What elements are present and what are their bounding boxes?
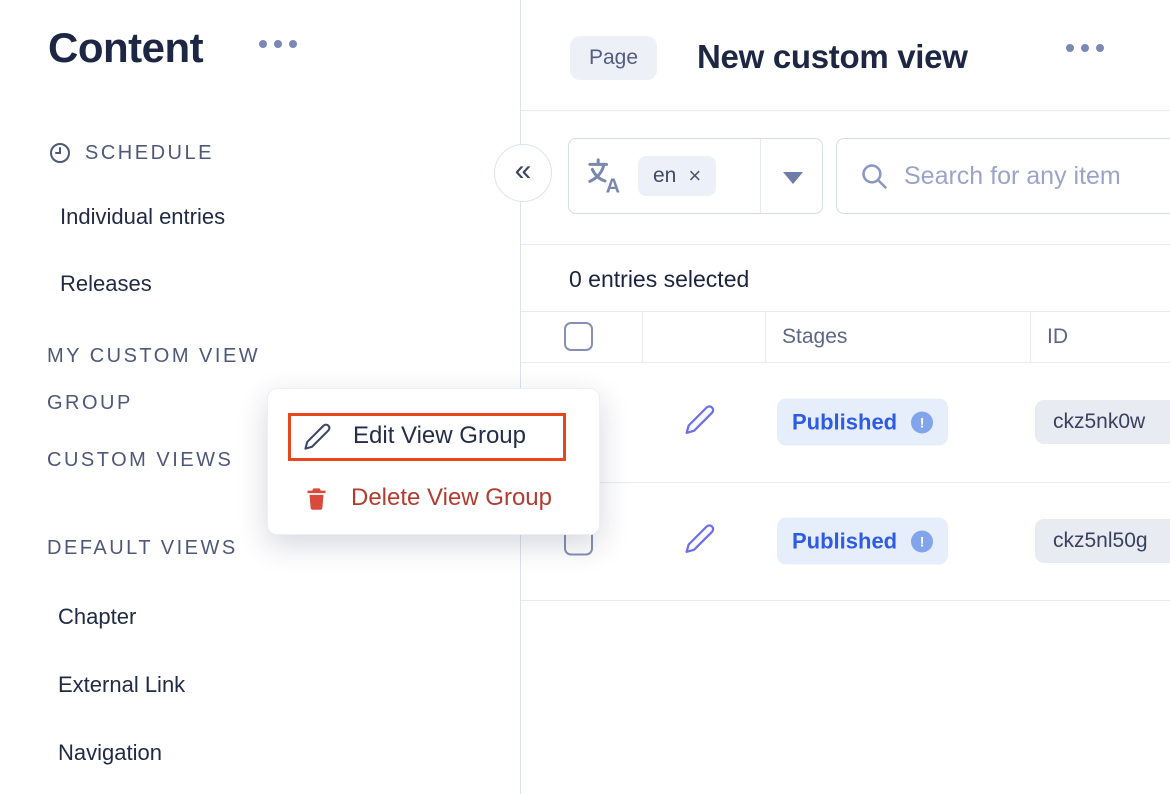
info-icon[interactable]: ! bbox=[911, 530, 933, 552]
filter-bottom-divider bbox=[521, 244, 1170, 245]
header-divider bbox=[521, 110, 1170, 111]
view-group-context-menu: Edit View Group Delete View Group bbox=[267, 388, 600, 535]
ellipsis-icon bbox=[1066, 44, 1074, 52]
edit-view-group-label: Edit View Group bbox=[353, 422, 526, 450]
search-icon bbox=[859, 161, 890, 192]
info-icon[interactable]: ! bbox=[911, 411, 933, 433]
view-title: New custom view bbox=[697, 38, 968, 76]
translate-icon: A bbox=[584, 156, 624, 196]
column-divider bbox=[765, 311, 766, 362]
filter-inner-divider bbox=[760, 139, 761, 213]
sidebar-item-chapter[interactable]: Chapter bbox=[58, 604, 136, 630]
table-row: Published ! ckz5nl50g bbox=[520, 482, 1170, 600]
language-tag-chip: en × bbox=[638, 156, 716, 196]
sidebar-item-individual-entries[interactable]: Individual entries bbox=[60, 204, 225, 230]
dropdown-caret-icon[interactable] bbox=[783, 172, 803, 184]
entry-id-chip: ckz5nl50g bbox=[1035, 519, 1170, 563]
column-divider bbox=[642, 311, 643, 362]
content-menu-button[interactable] bbox=[259, 40, 297, 48]
sidebar-item-external-link[interactable]: External Link bbox=[58, 672, 185, 698]
search-box[interactable] bbox=[836, 138, 1170, 214]
stage-badge[interactable]: Published ! bbox=[777, 518, 948, 565]
edit-entry-button[interactable] bbox=[684, 523, 716, 560]
collapse-sidebar-button[interactable]: « bbox=[494, 144, 552, 202]
language-filter[interactable]: A en × bbox=[568, 138, 823, 214]
column-header-id: ID bbox=[1047, 325, 1068, 349]
model-type-badge: Page bbox=[570, 36, 657, 80]
language-tag-label: en bbox=[653, 164, 676, 188]
stage-label: Published bbox=[792, 528, 897, 554]
selection-status: 0 entries selected bbox=[569, 266, 749, 293]
column-divider bbox=[1030, 311, 1031, 362]
double-chevron-left-icon: « bbox=[515, 156, 532, 186]
sidebar-section-custom-views: CUSTOM VIEWS bbox=[47, 449, 233, 472]
remove-language-button[interactable]: × bbox=[688, 163, 701, 189]
edit-entry-button[interactable] bbox=[684, 404, 716, 441]
view-menu-button[interactable] bbox=[1066, 44, 1104, 52]
search-input[interactable] bbox=[902, 161, 1152, 192]
row-divider bbox=[521, 600, 1170, 601]
trash-icon bbox=[303, 485, 330, 512]
clock-icon bbox=[48, 141, 72, 165]
stage-label: Published bbox=[792, 409, 897, 435]
sidebar-title: Content bbox=[48, 24, 203, 72]
entry-id-chip: ckz5nk0w bbox=[1035, 400, 1170, 444]
delete-view-group-label: Delete View Group bbox=[351, 484, 552, 512]
table-row: Published ! ckz5nk0w bbox=[520, 362, 1170, 482]
menu-item-delete-view-group[interactable]: Delete View Group bbox=[268, 470, 599, 526]
table-top-divider bbox=[521, 311, 1170, 312]
app-frame: Content SCHEDULE Individual entries Rele… bbox=[0, 0, 1170, 794]
schedule-label: SCHEDULE bbox=[85, 142, 214, 165]
sidebar-section-schedule[interactable]: SCHEDULE bbox=[48, 141, 214, 165]
pencil-icon bbox=[684, 404, 716, 436]
sidebar-section-default-views: DEFAULT VIEWS bbox=[47, 537, 238, 560]
svg-text:A: A bbox=[606, 176, 620, 196]
pencil-icon bbox=[303, 422, 332, 451]
column-header-stages: Stages bbox=[782, 325, 847, 349]
sidebar-item-navigation[interactable]: Navigation bbox=[58, 740, 162, 766]
pencil-icon bbox=[684, 523, 716, 555]
menu-item-edit-view-group[interactable]: Edit View Group bbox=[268, 408, 599, 464]
stage-badge[interactable]: Published ! bbox=[777, 399, 948, 446]
sidebar-item-releases[interactable]: Releases bbox=[60, 271, 152, 297]
select-all-checkbox[interactable] bbox=[564, 322, 593, 351]
ellipsis-icon bbox=[259, 40, 267, 48]
